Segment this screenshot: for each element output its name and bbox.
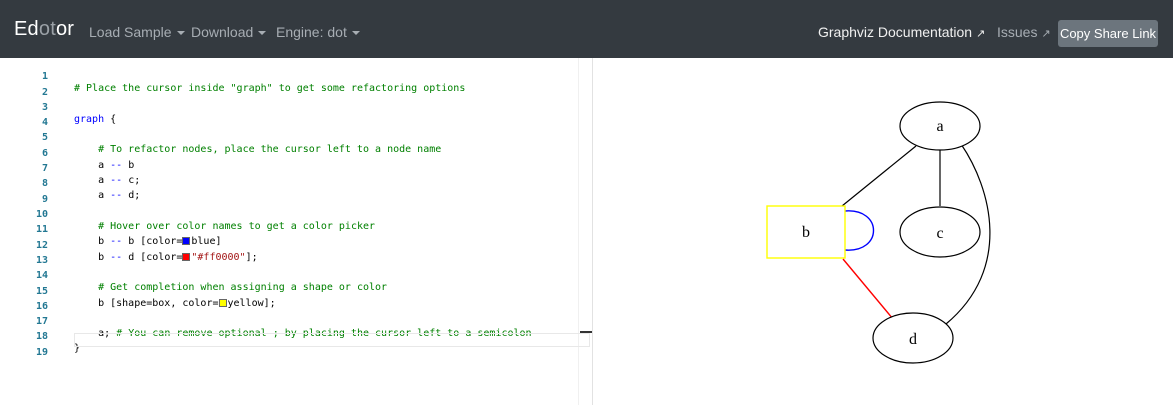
- overview-ruler-cursor: [580, 331, 592, 333]
- code-line-6: 6 a -- b: [0, 136, 590, 171]
- code-line-16: 16: [0, 289, 590, 312]
- code-line-8: 8 a -- d;: [0, 166, 590, 201]
- node-c[interactable]: c: [899, 206, 981, 258]
- brand-part: or: [55, 18, 75, 40]
- brand-logo[interactable]: Edotor: [14, 18, 74, 41]
- external-link-icon: ↗: [976, 28, 986, 40]
- line-number: 19: [35, 347, 48, 358]
- node-d[interactable]: d: [872, 312, 954, 364]
- issues-label: Issues: [997, 24, 1038, 40]
- code-line-3: 3 graph {: [0, 90, 590, 125]
- download-label: Download: [191, 24, 254, 40]
- code-line-5: 5 # To refactor nodes, place the cursor …: [0, 120, 590, 155]
- download-dropdown[interactable]: Download: [191, 24, 267, 40]
- copy-share-link-button[interactable]: Copy Share Link: [1058, 20, 1158, 47]
- code-line-18: 18 }: [0, 319, 590, 354]
- navbar: Edotor Load Sample Download Engine: dot …: [0, 0, 1173, 58]
- edge-b-d: [842, 258, 894, 320]
- graphviz-docs-link[interactable]: Graphviz Documentation ↗: [818, 24, 985, 40]
- code-line-13: 13: [0, 243, 590, 266]
- node-b-label: b: [802, 224, 810, 241]
- engine-dropdown[interactable]: Engine: dot: [276, 24, 360, 40]
- code-line-14: 14 # Get completion when assigning a sha…: [0, 258, 590, 293]
- graph-preview[interactable]: a b c d: [593, 58, 1173, 405]
- engine-label: Engine: dot: [276, 24, 347, 40]
- code-line-11: 11 b -- b [color= blue]: [0, 212, 590, 247]
- edge-b-b: [844, 210, 875, 251]
- node-c-label: c: [936, 225, 943, 242]
- code-line-12: 12 b -- d [color= "#ff0000"];: [0, 228, 590, 263]
- node-a-label: a: [936, 118, 943, 135]
- load-sample-label: Load Sample: [89, 24, 172, 40]
- code-line-7: 7 a -- c;: [0, 151, 590, 186]
- caret-down-icon: [176, 31, 185, 35]
- code-line-10: 10 # Hover over color names to get a col…: [0, 197, 590, 232]
- caret-down-icon: [258, 31, 267, 35]
- node-a[interactable]: a: [899, 101, 981, 151]
- code-line-1: 1 # Place the cursor inside "graph" to g…: [0, 59, 590, 94]
- code-line-9: 9: [0, 182, 590, 205]
- graphviz-docs-label: Graphviz Documentation: [818, 24, 973, 40]
- node-b[interactable]: b: [766, 205, 846, 259]
- brand-part: Ed: [14, 18, 39, 40]
- code-line-19: 19: [0, 335, 590, 358]
- edge-a-b: [841, 145, 917, 207]
- issues-link[interactable]: Issues ↗: [997, 24, 1051, 40]
- brand-part-dim: ot: [38, 18, 56, 40]
- code-line-2: 2: [0, 75, 590, 98]
- caret-down-icon: [351, 31, 360, 35]
- load-sample-dropdown[interactable]: Load Sample: [89, 24, 185, 40]
- node-d-label: d: [909, 331, 917, 348]
- external-link-icon: ↗: [1041, 28, 1051, 40]
- code-line-15: 15 b [shape=box, color= yellow];: [0, 274, 590, 309]
- code-line-17: 17 a; # You can remove optional ; by pla…: [0, 304, 590, 339]
- code-line-4: 4: [0, 105, 590, 128]
